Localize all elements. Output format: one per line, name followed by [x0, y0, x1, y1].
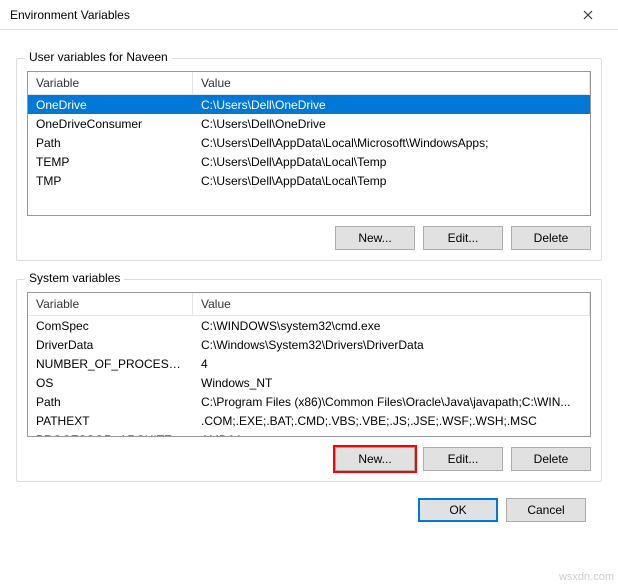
cell-value: C:\Program Files (x86)\Common Files\Orac… [193, 393, 590, 411]
system-variables-list[interactable]: Variable Value ComSpec C:\WINDOWS\system… [27, 292, 591, 437]
cell-variable: NUMBER_OF_PROCESSORS [28, 355, 193, 373]
column-value[interactable]: Value [193, 72, 590, 94]
table-row[interactable]: TEMP C:\Users\Dell\AppData\Local\Temp [28, 152, 590, 171]
table-row[interactable]: OneDrive C:\Users\Dell\OneDrive [28, 95, 590, 114]
cell-value: C:\Users\Dell\AppData\Local\Temp [193, 153, 590, 171]
cell-value: Windows_NT [193, 374, 590, 392]
cell-variable: PROCESSOR_ARCHITECTURE [28, 431, 193, 438]
window-title: Environment Variables [10, 8, 568, 22]
table-row[interactable]: NUMBER_OF_PROCESSORS 4 [28, 354, 590, 373]
dialog-buttons: OK Cancel [16, 488, 602, 522]
column-variable[interactable]: Variable [28, 293, 193, 315]
cell-variable: OS [28, 374, 193, 392]
cell-variable: TMP [28, 172, 193, 190]
cell-variable: OneDriveConsumer [28, 115, 193, 133]
cell-variable: Path [28, 393, 193, 411]
list-body: OneDrive C:\Users\Dell\OneDrive OneDrive… [28, 95, 590, 190]
table-row[interactable]: Path C:\Users\Dell\AppData\Local\Microso… [28, 133, 590, 152]
user-new-button[interactable]: New... [335, 226, 415, 250]
cell-variable: Path [28, 134, 193, 152]
system-new-button[interactable]: New... [335, 447, 415, 471]
table-row[interactable]: DriverData C:\Windows\System32\Drivers\D… [28, 335, 590, 354]
close-icon [583, 10, 593, 20]
table-row[interactable]: OS Windows_NT [28, 373, 590, 392]
table-row[interactable]: TMP C:\Users\Dell\AppData\Local\Temp [28, 171, 590, 190]
list-header: Variable Value [28, 293, 590, 316]
user-delete-button[interactable]: Delete [511, 226, 591, 250]
cell-value: C:\Windows\System32\Drivers\DriverData [193, 336, 590, 354]
list-header: Variable Value [28, 72, 590, 95]
cell-value: C:\Users\Dell\AppData\Local\Temp [193, 172, 590, 190]
table-row[interactable]: PROCESSOR_ARCHITECTURE AMD64 [28, 430, 590, 437]
system-variables-group: System variables Variable Value ComSpec … [16, 279, 602, 482]
table-row[interactable]: OneDriveConsumer C:\Users\Dell\OneDrive [28, 114, 590, 133]
cell-value: C:\Users\Dell\OneDrive [193, 115, 590, 133]
cell-value: AMD64 [193, 431, 590, 438]
titlebar: Environment Variables [0, 0, 618, 30]
cell-value: 4 [193, 355, 590, 373]
cell-value: .COM;.EXE;.BAT;.CMD;.VBS;.VBE;.JS;.JSE;.… [193, 412, 590, 430]
cancel-button[interactable]: Cancel [506, 498, 586, 522]
column-value[interactable]: Value [193, 293, 590, 315]
system-buttons: New... Edit... Delete [27, 447, 591, 471]
table-row[interactable]: PATHEXT .COM;.EXE;.BAT;.CMD;.VBS;.VBE;.J… [28, 411, 590, 430]
cell-variable: OneDrive [28, 96, 193, 114]
cell-variable: ComSpec [28, 317, 193, 335]
user-buttons: New... Edit... Delete [27, 226, 591, 250]
system-variables-label: System variables [25, 271, 124, 285]
cell-value: C:\Users\Dell\AppData\Local\Microsoft\Wi… [193, 134, 590, 152]
watermark: wsxdn.com [559, 571, 614, 583]
cell-variable: DriverData [28, 336, 193, 354]
user-edit-button[interactable]: Edit... [423, 226, 503, 250]
cell-value: C:\WINDOWS\system32\cmd.exe [193, 317, 590, 335]
list-body: ComSpec C:\WINDOWS\system32\cmd.exe Driv… [28, 316, 590, 437]
system-edit-button[interactable]: Edit... [423, 447, 503, 471]
close-button[interactable] [568, 1, 608, 29]
system-delete-button[interactable]: Delete [511, 447, 591, 471]
table-row[interactable]: Path C:\Program Files (x86)\Common Files… [28, 392, 590, 411]
cell-variable: TEMP [28, 153, 193, 171]
table-row[interactable]: ComSpec C:\WINDOWS\system32\cmd.exe [28, 316, 590, 335]
ok-button[interactable]: OK [418, 498, 498, 522]
user-variables-label: User variables for Naveen [25, 50, 172, 64]
column-variable[interactable]: Variable [28, 72, 193, 94]
user-variables-group: User variables for Naveen Variable Value… [16, 58, 602, 261]
cell-variable: PATHEXT [28, 412, 193, 430]
dialog-content: User variables for Naveen Variable Value… [0, 30, 618, 534]
cell-value: C:\Users\Dell\OneDrive [193, 96, 590, 114]
user-variables-list[interactable]: Variable Value OneDrive C:\Users\Dell\On… [27, 71, 591, 216]
